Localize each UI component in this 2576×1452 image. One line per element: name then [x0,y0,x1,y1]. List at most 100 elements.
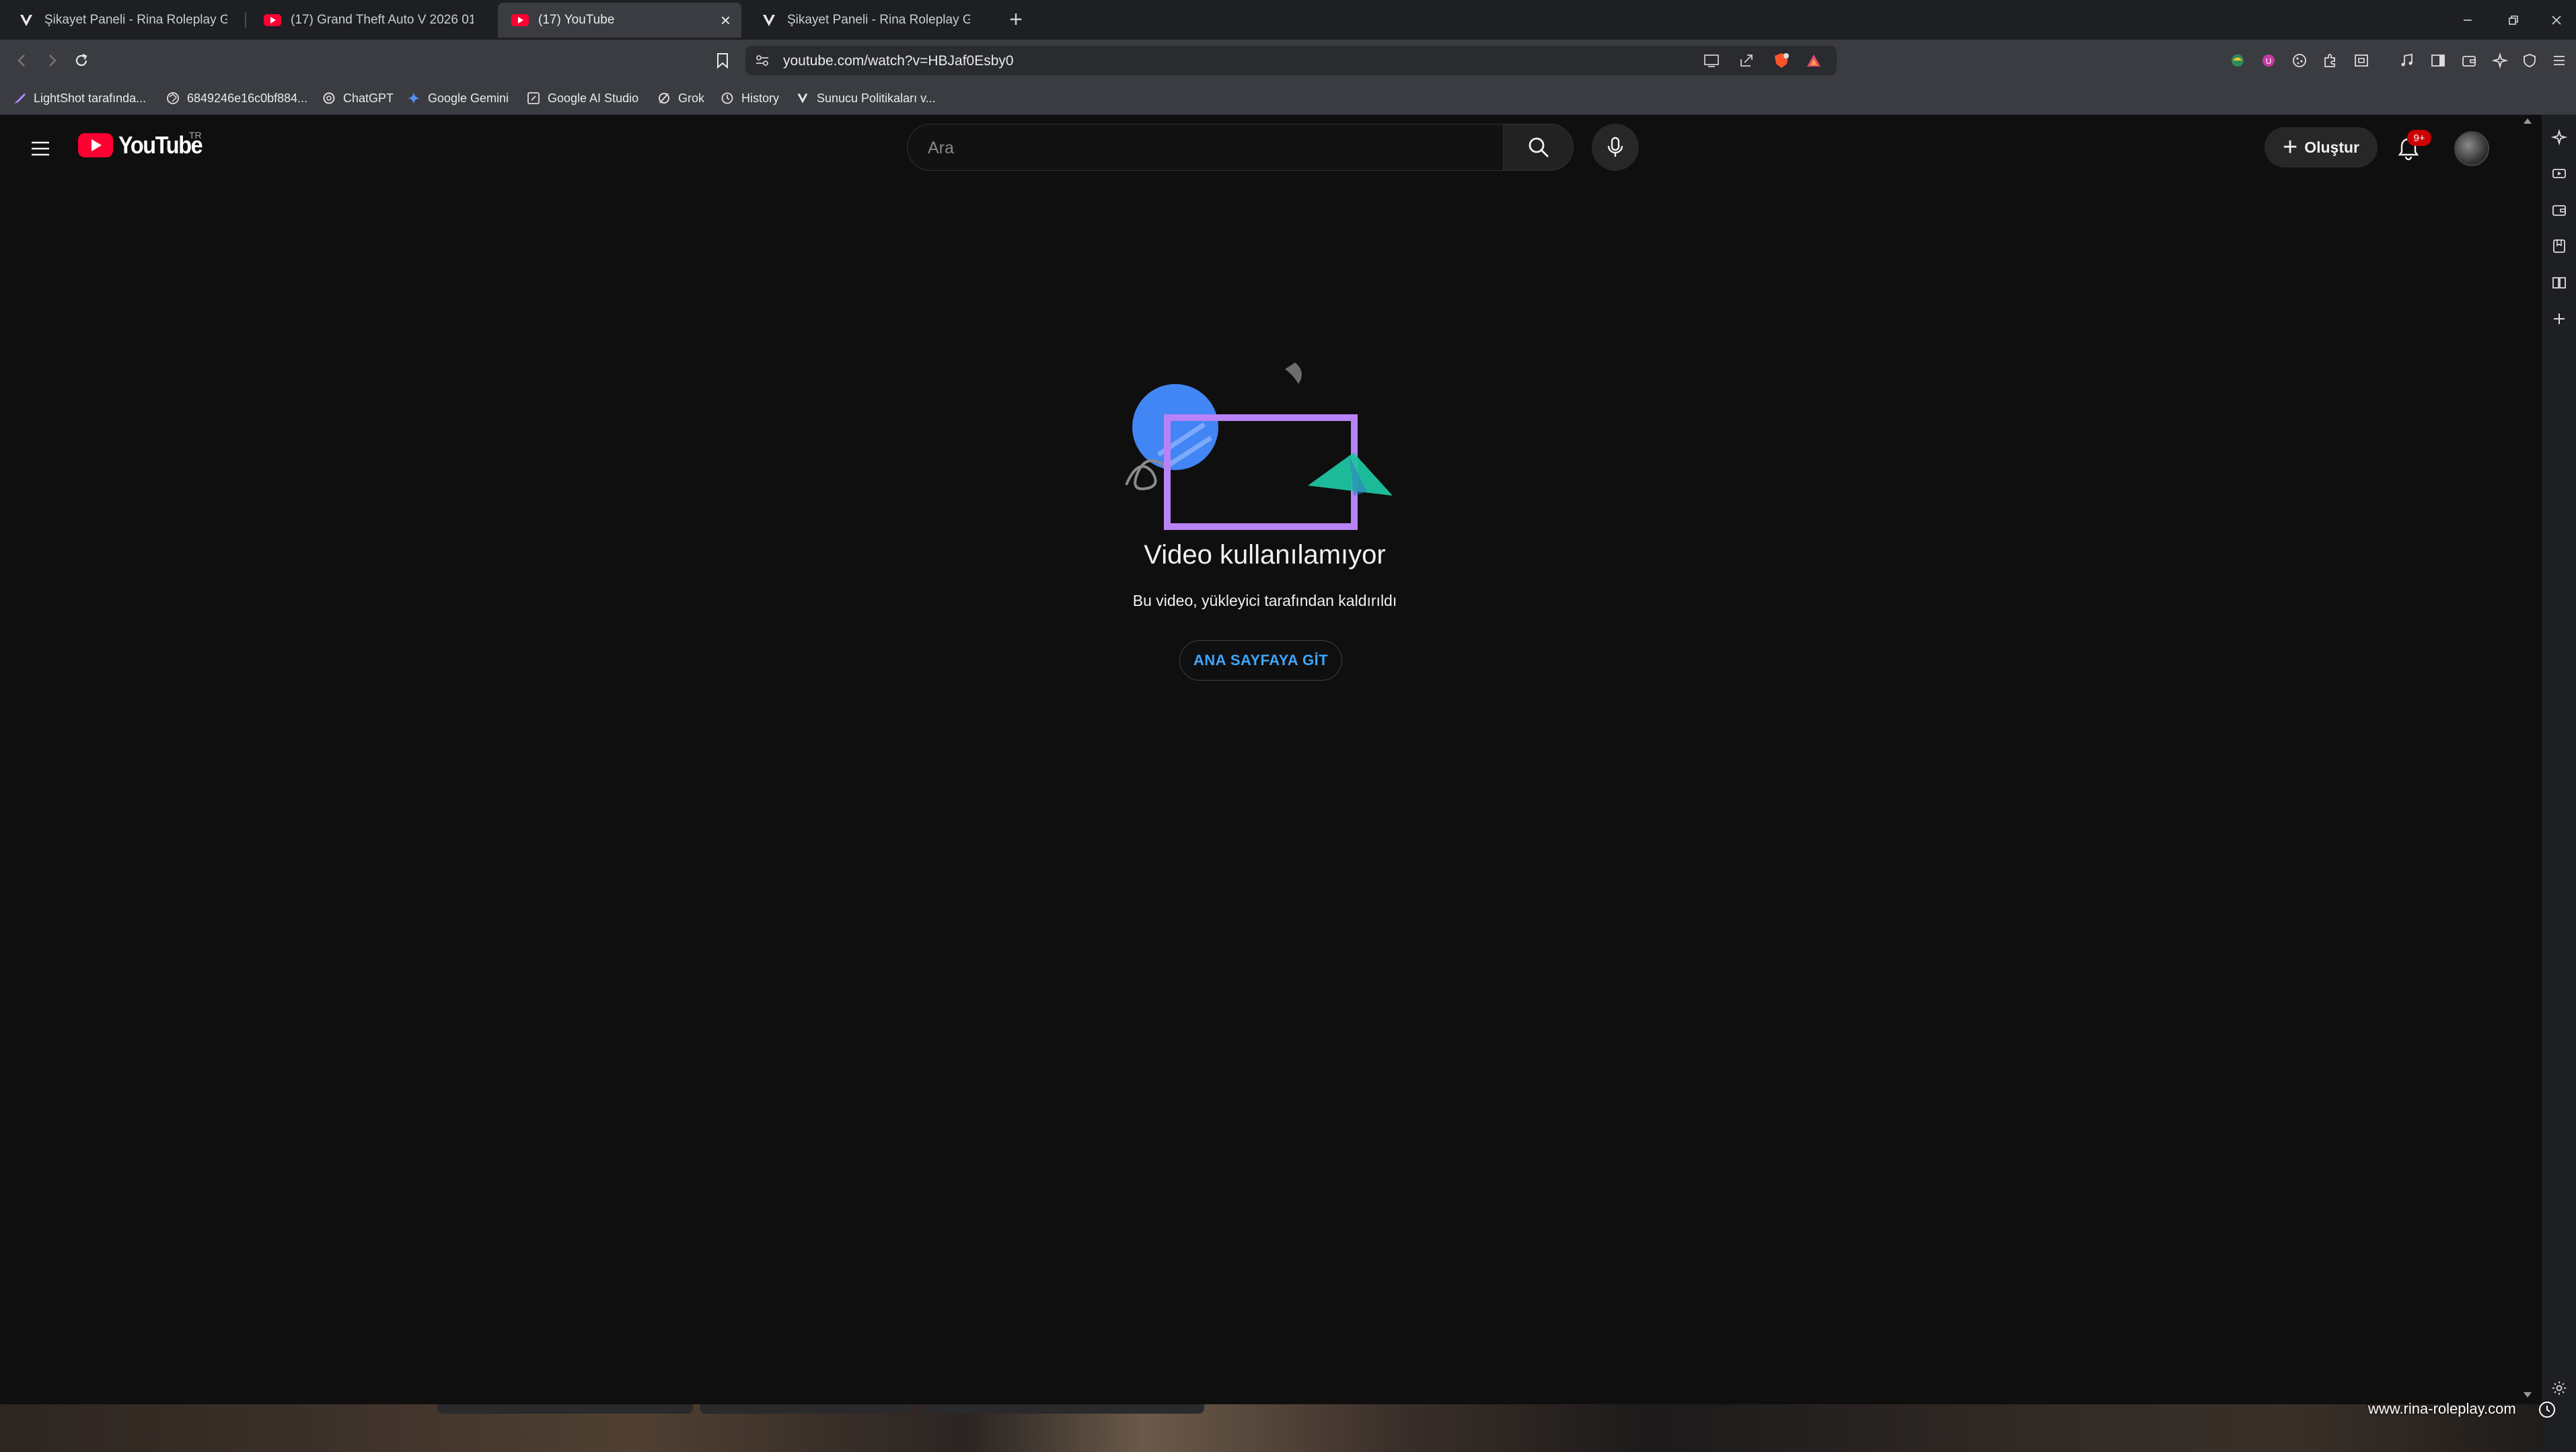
minimize-button[interactable] [2449,5,2487,35]
bookmark-ai-studio[interactable]: Google AI Studio [526,88,638,108]
cast-icon[interactable] [1697,46,1726,75]
bookmark-label: Sunucu Politikaları v... [817,91,936,105]
close-tab-icon[interactable]: × [721,11,731,30]
bookmark-label: 6849246e16c0bf884... [187,91,308,105]
tab-separator [245,12,246,28]
reload-button[interactable] [66,45,97,76]
search-input[interactable]: Ara [907,124,1504,171]
guide-menu-button[interactable] [24,132,57,165]
browser-tab-bar: Şikayet Paneli - Rina Roleplay GTA V | (… [0,0,2576,40]
address-field[interactable]: youtube.com/watch?v=HBJaf0Esby0 [745,46,1837,75]
tab-title: (17) YouTube [538,13,615,27]
youtube-play-icon [78,133,113,157]
url-text: youtube.com/watch?v=HBJaf0Esby0 [783,53,1014,69]
vpn-shield-icon[interactable] [2515,46,2544,75]
address-toolbar: youtube.com/watch?v=HBJaf0Esby0 U [0,40,2576,81]
taskbar-remnant [437,1404,693,1414]
microphone-icon [1607,137,1623,157]
avatar[interactable] [2454,131,2489,166]
bookmark-history[interactable]: History [720,88,779,108]
tray-settings-icon[interactable] [2538,1400,2556,1422]
restore-button[interactable] [2495,5,2532,35]
forward-button[interactable] [36,45,67,76]
go-home-button[interactable]: ANA SAYFAYA GİT [1179,640,1342,681]
bookmark-label: History [741,91,780,105]
svg-text:U: U [2266,56,2272,66]
grok-icon [657,91,671,106]
video-panel-icon[interactable] [2550,165,2568,182]
tab-gta-video[interactable]: (17) Grand Theft Auto V 2026 01 04 [250,3,487,38]
tab-title: (17) Grand Theft Auto V 2026 01 04 [291,13,474,27]
vivaldi-v-icon [760,11,778,29]
back-button[interactable] [7,45,38,76]
bookmark-icon [717,53,728,69]
settings-gear-icon[interactable] [2550,1379,2568,1397]
close-window-button[interactable] [2538,5,2575,35]
bookmark-hash[interactable]: 6849246e16c0bf884... [165,88,307,108]
music-icon[interactable] [2392,46,2422,75]
site-settings-icon[interactable] [755,53,770,71]
bookmark-label: ChatGPT [343,91,394,105]
ai-sparkle-icon[interactable] [2485,46,2515,75]
bookmarks-bar: LightShot tarafında... 6849246e16c0bf884… [0,81,2576,115]
bookmarks-panel-icon[interactable] [2550,237,2568,255]
main-menu-icon[interactable] [2544,46,2574,75]
tab-title: Şikayet Paneli - Rina Roleplay GTA V | [787,13,970,27]
bookmark-grok[interactable]: Grok [657,88,704,108]
extension-icon-1[interactable] [2223,46,2252,75]
wallet-panel-icon[interactable] [2550,201,2568,219]
blue-circle-shape [1132,384,1218,470]
search-button[interactable] [1504,124,1574,171]
search-placeholder: Ara [928,139,954,157]
capture-icon[interactable] [2347,46,2376,75]
ai-studio-icon [526,91,541,106]
search-icon [1529,137,1549,157]
extensions-puzzle-icon[interactable] [2316,46,2345,75]
vivaldi-v-icon [17,11,35,29]
add-panel-icon[interactable] [2550,310,2568,328]
browser-side-panel [2542,115,2576,1452]
bookmark-label: Grok [678,91,705,105]
country-code: TR [189,130,202,141]
share-icon[interactable] [1732,46,1761,75]
video-unavailable-illustration [1125,362,1393,530]
reload-icon [75,54,87,67]
extension-icon-2[interactable]: U [2254,46,2283,75]
reading-list-icon[interactable] [2550,274,2568,291]
bookmark-label: Google Gemini [428,91,509,105]
cookie-extension-icon[interactable] [2285,46,2314,75]
page-scrollbar[interactable] [2521,115,2530,1404]
bookmark-chatgpt[interactable]: ChatGPT [322,88,394,108]
bookmark-lightshot[interactable]: LightShot tarafında... [12,88,146,108]
gray-leaf-shape [1285,362,1302,384]
taskbar-remnant [700,1404,908,1414]
scroll-up-arrow-icon[interactable] [2524,118,2532,124]
restore-icon [2509,15,2518,25]
tab-sikayet-paneli-1[interactable]: Şikayet Paneli - Rina Roleplay GTA V | [4,3,241,38]
tab-title: Şikayet Paneli - Rina Roleplay GTA V | [44,13,227,27]
brave-rewards-icon[interactable] [1799,46,1829,75]
plus-icon: + [2283,133,2298,161]
history-icon [720,91,735,106]
tab-youtube-active[interactable]: (17) YouTube × [498,3,741,38]
bookmark-sunucu[interactable]: Sunucu Politikaları v... [795,88,936,108]
new-tab-button[interactable]: + [1002,7,1029,34]
bookmark-label: Google AI Studio [548,91,639,105]
youtube-icon [511,11,529,29]
create-button[interactable]: + Oluştur [2265,127,2378,167]
error-message: Bu video, yükleyici tarafından kaldırıld… [1132,592,1397,609]
sidebar-toggle-icon[interactable] [2423,46,2453,75]
squiggle-shape [1125,459,1169,491]
bookmark-label: LightShot tarafında... [34,91,147,105]
wallet-icon[interactable] [2454,46,2484,75]
voice-search-button[interactable] [1592,124,1639,171]
bookmark-page-button[interactable] [708,46,737,75]
ai-chat-icon[interactable] [2550,128,2568,146]
tab-sikayet-paneli-2[interactable]: Şikayet Paneli - Rina Roleplay GTA V | [747,3,984,38]
bookmark-gemini[interactable]: Google Gemini [406,88,509,108]
minimize-icon [2464,20,2472,21]
create-label: Oluştur [2304,138,2359,156]
brave-shield-icon[interactable] [1767,46,1796,75]
taskbar-remnant [922,1404,1204,1414]
scroll-down-arrow-icon[interactable] [2524,1392,2532,1398]
